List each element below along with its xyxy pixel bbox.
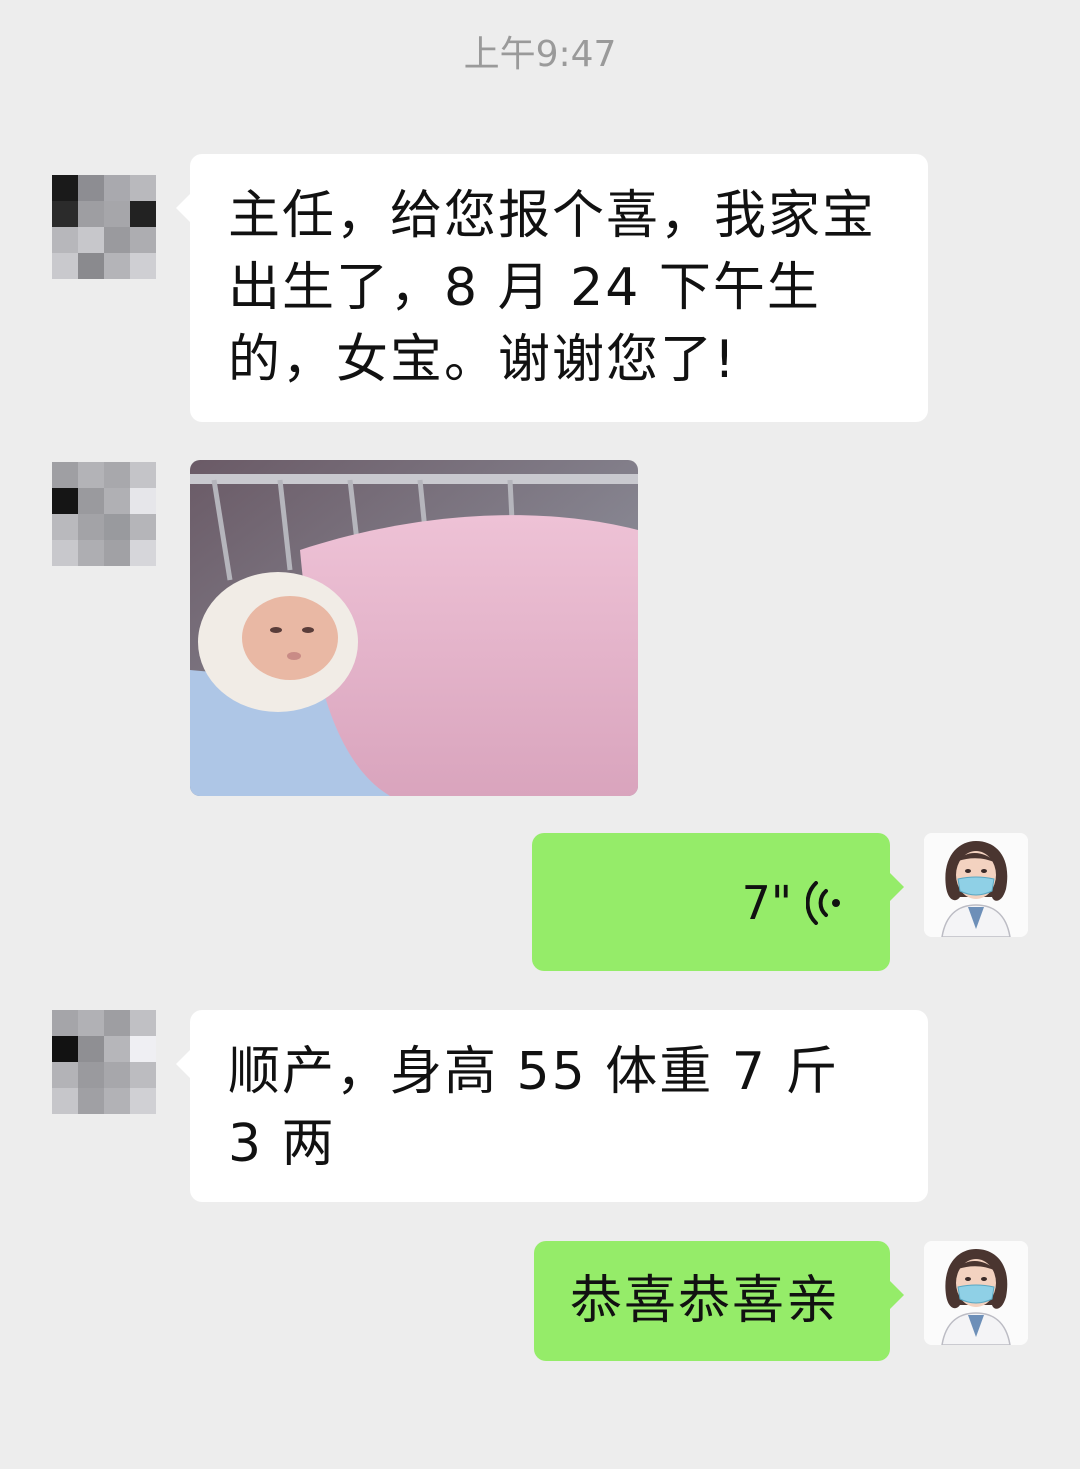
message-bubble-incoming[interactable]: 顺产，身高 55 体重 7 斤 3 两 (176, 1010, 928, 1202)
doctor-portrait-icon (924, 1241, 1028, 1345)
baby-photo-image[interactable] (190, 460, 638, 796)
voice-message-content: 7" (742, 833, 842, 973)
message-text: 顺产，身高 55 体重 7 斤 3 两 (228, 1042, 858, 1174)
message-text: 主任，给您报个喜，我家宝出生了，8 月 24 下午生的，女宝。谢谢您了! (228, 186, 877, 390)
doctor-avatar[interactable] (924, 833, 1028, 937)
message-timestamp: 上午9:47 (463, 34, 617, 75)
doctor-portrait-icon (924, 833, 1028, 937)
pixelated-avatar-icon (52, 462, 156, 566)
pixelated-avatar-icon (52, 175, 156, 279)
newborn-photo-icon (190, 460, 638, 796)
voice-message-bubble[interactable]: 7" (532, 833, 904, 973)
voice-duration: 7" (741, 876, 792, 930)
chat-window: 上午9:47 主任，给您报个喜，我家宝出生了，8 月 24 下午生的，女宝。谢谢… (0, 0, 1080, 1469)
contact-avatar[interactable] (52, 462, 156, 566)
voice-wave-icon (806, 881, 840, 925)
doctor-avatar[interactable] (924, 1241, 1028, 1345)
message-bubble-outgoing[interactable]: 恭喜恭喜亲 (534, 1241, 904, 1361)
contact-avatar[interactable] (52, 175, 156, 279)
pixelated-avatar-icon (52, 1010, 156, 1114)
message-bubble-incoming[interactable]: 主任，给您报个喜，我家宝出生了，8 月 24 下午生的，女宝。谢谢您了! (176, 154, 928, 422)
contact-avatar[interactable] (52, 1010, 156, 1114)
message-text: 恭喜恭喜亲 (570, 1271, 841, 1331)
